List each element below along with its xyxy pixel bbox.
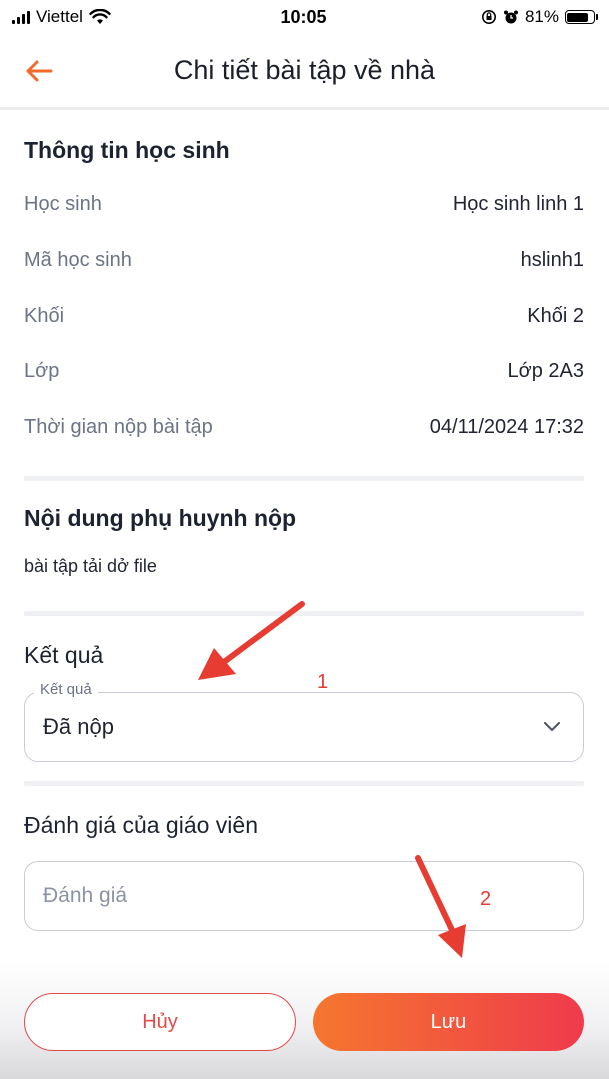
carrier-name: Viettel bbox=[36, 7, 83, 26]
info-label: Học sinh bbox=[24, 193, 102, 215]
info-value: Lớp 2A3 bbox=[507, 360, 584, 382]
status-right: 81% bbox=[405, 7, 598, 27]
result-title: Kết quả bbox=[24, 642, 104, 668]
section-divider bbox=[24, 476, 584, 481]
app-header: Chi tiết bài tập về nhà bbox=[0, 34, 609, 110]
arrow-left-icon bbox=[26, 60, 53, 82]
evaluation-title: Đánh giá của giáo viên bbox=[24, 812, 258, 838]
cancel-button[interactable]: Hủy bbox=[24, 993, 296, 1051]
status-left: Viettel bbox=[12, 7, 202, 27]
info-row-grade: Khối Khối 2 bbox=[24, 305, 584, 328]
save-button[interactable]: Lưu bbox=[313, 993, 584, 1051]
info-value: 04/11/2024 17:32 bbox=[429, 416, 584, 438]
section-divider bbox=[24, 781, 584, 786]
parent-content-text: bài tập tải dở file bbox=[24, 556, 157, 576]
student-info-title: Thông tin học sinh bbox=[24, 137, 230, 163]
result-field-label: Kết quả bbox=[34, 681, 98, 698]
info-value: hslinh1 bbox=[520, 249, 584, 271]
section-divider bbox=[24, 611, 584, 616]
evaluation-input[interactable]: Đánh giá bbox=[24, 861, 584, 931]
info-label: Thời gian nộp bài tập bbox=[24, 416, 213, 438]
info-row-student-code: Mã học sinh hslinh1 bbox=[24, 249, 584, 272]
battery-icon bbox=[564, 10, 598, 24]
info-value: Khối 2 bbox=[527, 305, 584, 327]
alarm-icon bbox=[503, 10, 518, 24]
annotation-number-1: 1 bbox=[317, 671, 329, 693]
info-row-student: Học sinh Học sinh linh 1 bbox=[24, 193, 584, 216]
info-label: Mã học sinh bbox=[24, 249, 132, 271]
info-row-submit-time: Thời gian nộp bài tập 04/11/2024 17:32 bbox=[24, 416, 584, 439]
info-label: Lớp bbox=[24, 360, 60, 382]
back-button[interactable] bbox=[24, 56, 58, 86]
signal-icon bbox=[12, 10, 30, 24]
info-label: Khối bbox=[24, 305, 65, 327]
status-bar: Viettel 10:05 81% bbox=[0, 0, 609, 34]
rotation-lock-icon bbox=[481, 10, 496, 24]
battery-percent: 81% bbox=[524, 7, 559, 26]
annotation-number-2: 2 bbox=[480, 888, 492, 910]
evaluation-placeholder: Đánh giá bbox=[43, 884, 128, 907]
result-select[interactable]: Đã nộp bbox=[24, 692, 584, 762]
info-row-class: Lớp Lớp 2A3 bbox=[24, 360, 584, 383]
result-selected-value: Đã nộp bbox=[43, 714, 114, 739]
parent-content-title: Nội dung phụ huynh nộp bbox=[24, 505, 297, 531]
chevron-down-icon bbox=[543, 721, 561, 732]
status-time: 10:05 bbox=[280, 6, 327, 27]
wifi-icon bbox=[89, 9, 111, 24]
page-title: Chi tiết bài tập về nhà bbox=[173, 55, 436, 85]
info-value: Học sinh linh 1 bbox=[452, 193, 584, 215]
